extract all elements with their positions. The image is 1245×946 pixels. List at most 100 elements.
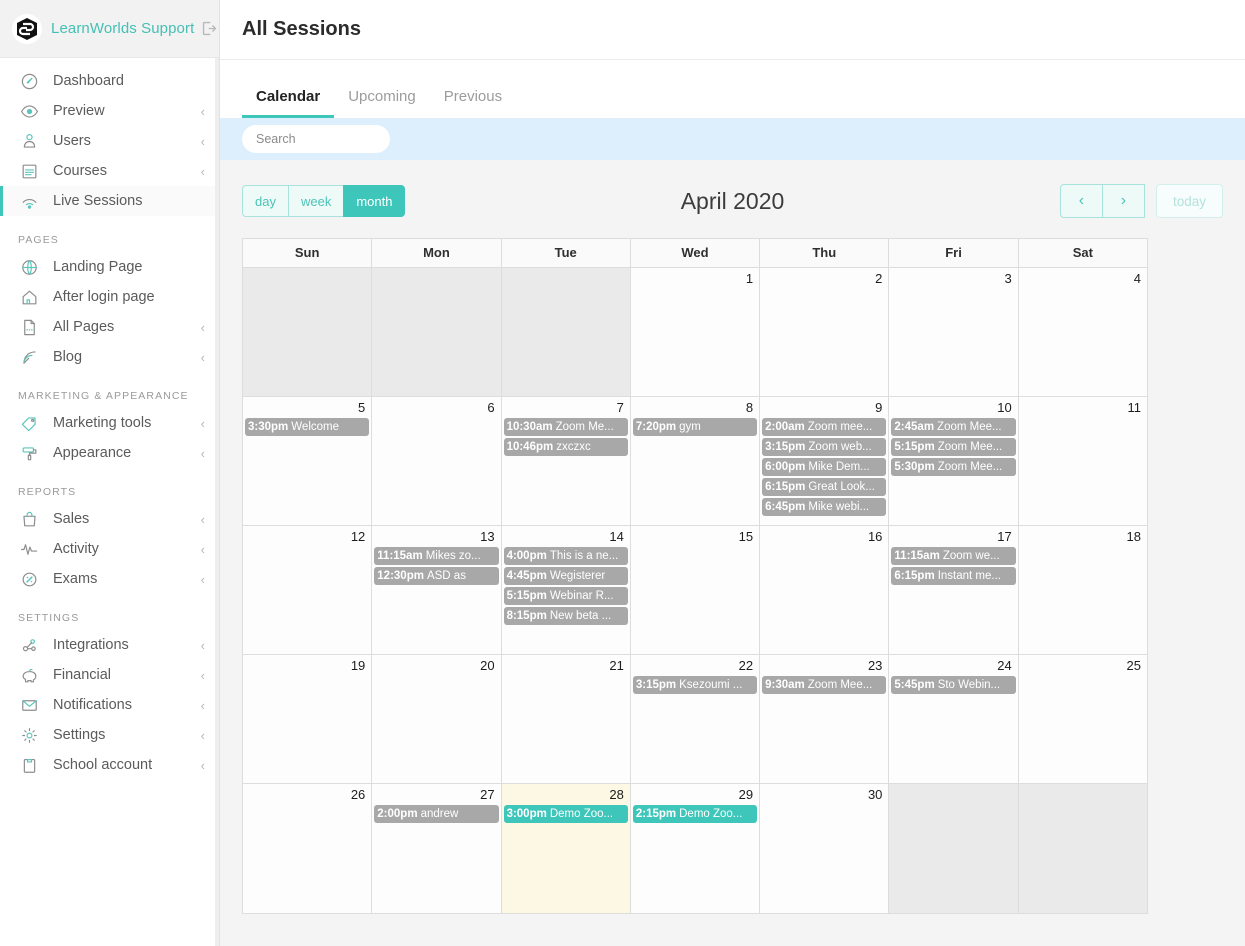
- calendar-day-cell[interactable]: 27 2:00pm andrew: [371, 784, 501, 913]
- sidebar-item-all-pages[interactable]: All Pages ‹: [0, 312, 219, 342]
- calendar-event[interactable]: 2:15pm Demo Zoo...: [632, 805, 758, 823]
- calendar-day-cell[interactable]: 28 3:00pm Demo Zoo...: [500, 784, 630, 913]
- calendar-day-cell[interactable]: 25: [1017, 655, 1147, 783]
- calendar-day-cell[interactable]: 8 7:20pm gym: [629, 397, 760, 525]
- tab-upcoming[interactable]: Upcoming: [334, 88, 430, 118]
- calendar-day-cell[interactable]: 2: [759, 268, 889, 396]
- calendar-day-cell[interactable]: [371, 268, 501, 396]
- sidebar-item-financial[interactable]: Financial ‹: [0, 660, 219, 690]
- calendar-day-cell[interactable]: 16: [759, 526, 889, 654]
- calendar-day-cell[interactable]: 7 10:30am Zoom Me... 10:46pm zxczxc: [500, 397, 630, 525]
- calendar-day-cell[interactable]: 12: [243, 526, 372, 654]
- sidebar-item-marketing-tools[interactable]: Marketing tools ‹: [0, 408, 219, 438]
- calendar-day-cell[interactable]: 29 2:15pm Demo Zoo...: [629, 784, 760, 913]
- calendar-day-cell[interactable]: 21: [500, 655, 630, 783]
- tab-previous[interactable]: Previous: [430, 88, 516, 118]
- calendar-day-cell[interactable]: [500, 268, 630, 396]
- calendar-day-cell[interactable]: [243, 268, 372, 396]
- calendar-day-cell[interactable]: 5 3:30pm Welcome: [243, 397, 372, 525]
- calendar-event[interactable]: 11:15am Zoom we...: [891, 547, 1016, 565]
- calendar-day-cell[interactable]: 11: [1017, 397, 1147, 525]
- calendar-day-cell[interactable]: 24 5:45pm Sto Webin...: [888, 655, 1018, 783]
- calendar-day-cell[interactable]: 9 2:00am Zoom mee... 3:15pm Zoom web... 6:00p…: [759, 397, 889, 525]
- sidebar-item-after-login-page[interactable]: After login page: [0, 282, 219, 312]
- calendar-day-cell[interactable]: 10 2:45am Zoom Mee... 5:15pm Zoom Mee... 5:30…: [888, 397, 1018, 525]
- event-time: 5:30pm: [894, 461, 935, 473]
- day-number: 12: [350, 529, 366, 544]
- sidebar-item-dashboard[interactable]: Dashboard: [0, 66, 219, 96]
- calendar-day-cell[interactable]: 3: [888, 268, 1018, 396]
- calendar-day-cell[interactable]: 15: [629, 526, 760, 654]
- event-title: Zoom mee...: [807, 421, 873, 433]
- calendar-event[interactable]: 4:45pm Wegisterer: [503, 567, 628, 585]
- calendar-event[interactable]: 3:15pm Ksezoumi ...: [632, 676, 758, 694]
- calendar-event[interactable]: 12:30pm ASD as: [374, 567, 499, 585]
- calendar-day-cell[interactable]: 4: [1017, 268, 1147, 396]
- calendar-event[interactable]: 2:45am Zoom Mee...: [891, 418, 1016, 436]
- calendar-event[interactable]: 2:00pm andrew: [374, 805, 499, 823]
- next-month-button[interactable]: ›: [1101, 184, 1145, 218]
- calendar-event[interactable]: 6:15pm Instant me...: [891, 567, 1016, 585]
- calendar-day-cell[interactable]: 20: [371, 655, 501, 783]
- day-number: 26: [350, 787, 366, 802]
- calendar-event[interactable]: 5:45pm Sto Webin...: [891, 676, 1016, 694]
- day-number: [889, 786, 1017, 790]
- view-button-month[interactable]: month: [343, 185, 406, 217]
- calendar-event[interactable]: 5:15pm Zoom Mee...: [891, 438, 1016, 456]
- sidebar-item-appearance[interactable]: Appearance ‹: [0, 438, 219, 468]
- view-button-week[interactable]: week: [287, 185, 345, 217]
- sidebar-item-integrations[interactable]: Integrations ‹: [0, 630, 219, 660]
- calendar-event[interactable]: 5:15pm Webinar R...: [503, 587, 628, 605]
- calendar-day-cell[interactable]: 18: [1017, 526, 1147, 654]
- sidebar-scrollbar[interactable]: [215, 58, 219, 946]
- sidebar-item-activity[interactable]: Activity ‹: [0, 534, 219, 564]
- sidebar-item-school-account[interactable]: School account ‹: [0, 750, 219, 780]
- calendar-event[interactable]: 10:30am Zoom Me...: [503, 418, 628, 436]
- calendar-event[interactable]: 3:30pm Welcome: [245, 418, 370, 436]
- calendar-event[interactable]: 10:46pm zxczxc: [503, 438, 628, 456]
- calendar-day-cell[interactable]: [888, 784, 1018, 913]
- calendar-event[interactable]: 4:00pm This is a ne...: [503, 547, 628, 565]
- calendar-day-cell[interactable]: 1: [629, 268, 760, 396]
- sidebar-item-live-sessions[interactable]: Live Sessions: [0, 186, 219, 216]
- exit-icon[interactable]: [201, 20, 218, 37]
- calendar-day-cell[interactable]: 23 9:30am Zoom Mee...: [759, 655, 889, 783]
- sidebar-item-landing-page[interactable]: Landing Page: [0, 252, 219, 282]
- calendar-day-cell[interactable]: 17 11:15am Zoom we... 6:15pm Instant me...: [888, 526, 1018, 654]
- calendar-day-cell[interactable]: [1017, 784, 1147, 913]
- prev-month-button[interactable]: ‹: [1059, 184, 1103, 218]
- today-button[interactable]: today: [1155, 184, 1223, 218]
- calendar-day-cell[interactable]: 14 4:00pm This is a ne... 4:45pm Wegisterer 5…: [500, 526, 630, 654]
- calendar-event[interactable]: 3:15pm Zoom web...: [762, 438, 887, 456]
- sidebar-item-sales[interactable]: Sales ‹: [0, 504, 219, 534]
- calendar-event[interactable]: 9:30am Zoom Mee...: [762, 676, 887, 694]
- calendar-event[interactable]: 11:15am Mikes zo...: [374, 547, 499, 565]
- sidebar-item-courses[interactable]: Courses ‹: [0, 156, 219, 186]
- tab-calendar[interactable]: Calendar: [242, 88, 335, 118]
- event-time: 3:00pm: [506, 808, 547, 820]
- calendar-event[interactable]: 6:15pm Great Look...: [762, 478, 887, 496]
- calendar-event[interactable]: 7:20pm gym: [632, 418, 758, 436]
- calendar-day-cell[interactable]: 22 3:15pm Ksezoumi ...: [629, 655, 760, 783]
- calendar-day-cell[interactable]: 19: [243, 655, 372, 783]
- sidebar-item-preview[interactable]: Preview ‹: [0, 96, 219, 126]
- sidebar-item-blog[interactable]: Blog ‹: [0, 342, 219, 372]
- calendar-event[interactable]: 8:15pm New beta ...: [503, 607, 628, 625]
- calendar-event[interactable]: 2:00am Zoom mee...: [762, 418, 887, 436]
- calendar-event[interactable]: 5:30pm Zoom Mee...: [891, 458, 1016, 476]
- sidebar-item-settings[interactable]: Settings ‹: [0, 720, 219, 750]
- calendar-day-cell[interactable]: 6: [371, 397, 501, 525]
- view-button-day[interactable]: day: [242, 185, 289, 217]
- sidebar-item-users[interactable]: Users ‹: [0, 126, 219, 156]
- calendar-day-cell[interactable]: 26: [243, 784, 372, 913]
- brand-header[interactable]: LearnWorlds Support: [0, 0, 219, 58]
- calendar-day-cell[interactable]: 30: [759, 784, 889, 913]
- sidebar-item-exams[interactable]: Exams ‹: [0, 564, 219, 594]
- search-input[interactable]: [242, 125, 390, 153]
- calendar-event[interactable]: 6:00pm Mike Dem...: [762, 458, 887, 476]
- sidebar-item-notifications[interactable]: Notifications ‹: [0, 690, 219, 720]
- event-title: zxczxc: [556, 441, 591, 453]
- calendar-day-cell[interactable]: 13 11:15am Mikes zo... 12:30pm ASD as: [371, 526, 501, 654]
- calendar-event[interactable]: 6:45pm Mike webi...: [762, 498, 887, 516]
- calendar-event[interactable]: 3:00pm Demo Zoo...: [503, 805, 628, 823]
